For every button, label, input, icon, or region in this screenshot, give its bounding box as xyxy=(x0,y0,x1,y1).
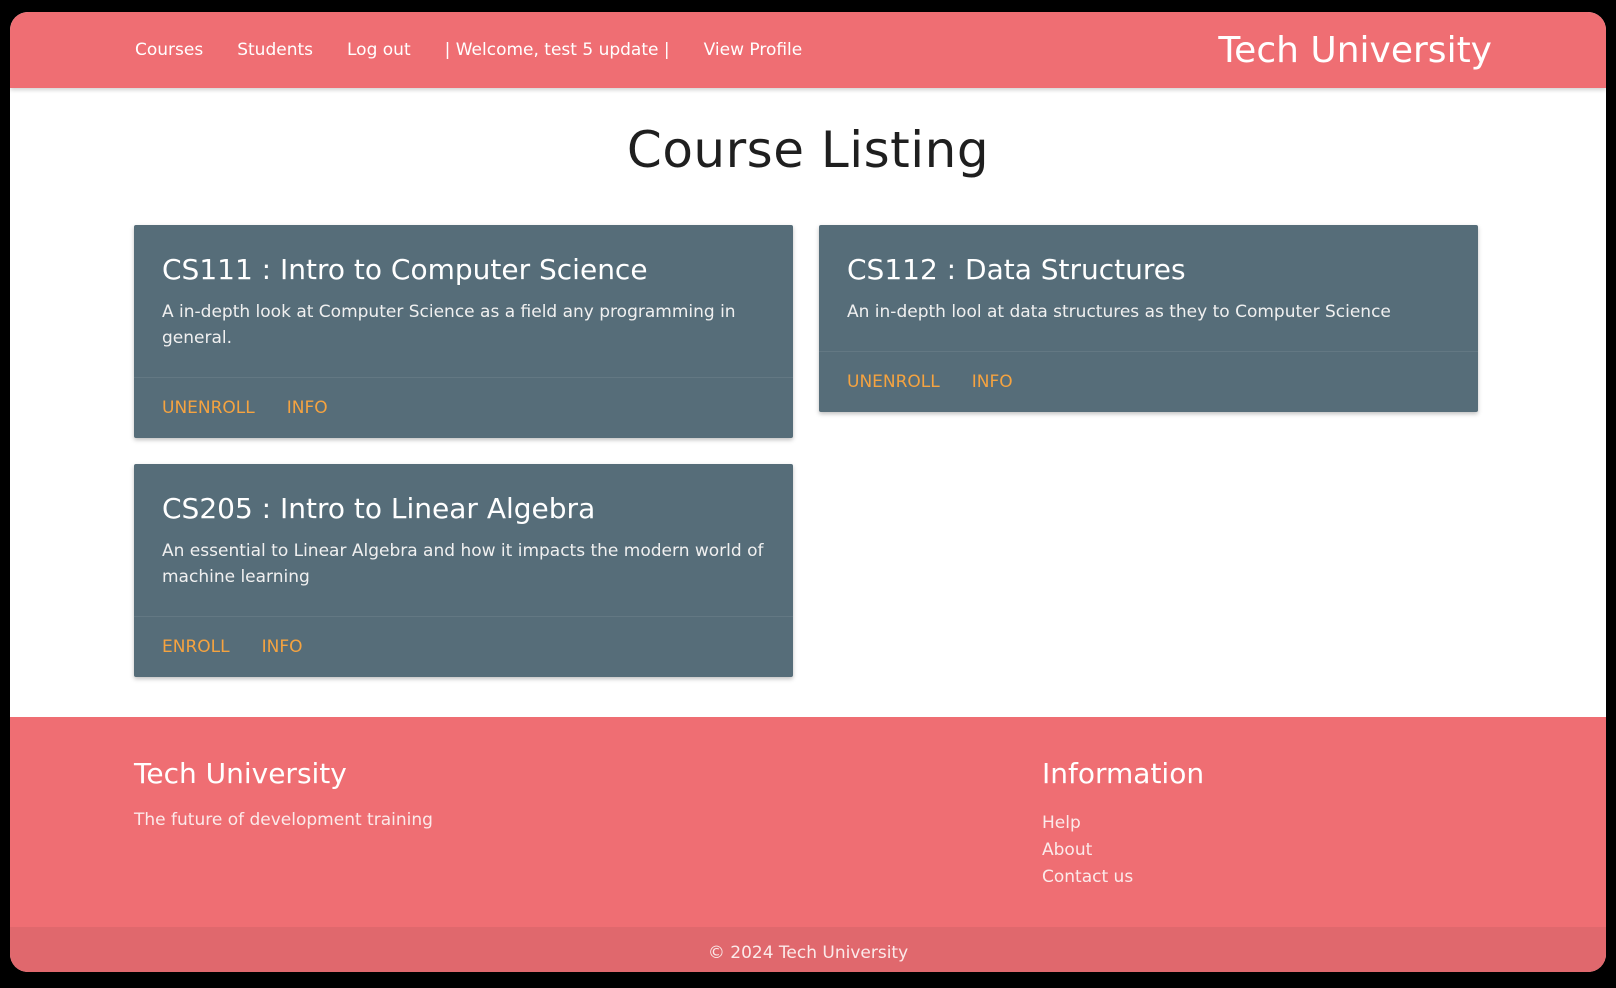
course-card-content: CS112 : Data Structures An in-depth lool… xyxy=(819,225,1478,352)
page-footer: Tech University The future of developmen… xyxy=(10,717,1606,972)
nav-welcome-text: | Welcome, test 5 update | xyxy=(444,40,670,60)
footer-about-link[interactable]: About xyxy=(1042,837,1482,864)
course-card-description: An in-depth lool at data structures as t… xyxy=(847,302,1391,322)
footer-tagline: The future of development training xyxy=(134,810,433,830)
browser-viewport: Courses Students Log out | Welcome, test… xyxy=(10,12,1606,972)
course-card: CS111 : Intro to Computer Science A in-d… xyxy=(134,225,793,438)
nav-courses-link[interactable]: Courses xyxy=(135,40,203,60)
footer-link-item: About xyxy=(1042,837,1482,864)
info-button[interactable]: INFO xyxy=(287,398,328,418)
course-card-actions: UNENROLL INFO xyxy=(134,378,793,438)
footer-contact-link[interactable]: Contact us xyxy=(1042,864,1482,891)
info-button[interactable]: INFO xyxy=(262,637,303,657)
footer-help-link[interactable]: Help xyxy=(1042,810,1482,837)
course-card-title: CS111 : Intro to Computer Science xyxy=(162,253,648,286)
main-content: Course Listing CS111 : Intro to Computer… xyxy=(10,88,1606,677)
course-card-content: CS111 : Intro to Computer Science A in-d… xyxy=(134,225,793,378)
course-card-description: A in-depth look at Computer Science as a… xyxy=(162,302,736,348)
unenroll-button[interactable]: UNENROLL xyxy=(847,372,940,392)
top-navbar: Courses Students Log out | Welcome, test… xyxy=(10,12,1606,88)
nav-students-link[interactable]: Students xyxy=(237,40,313,60)
course-card-actions: ENROLL INFO xyxy=(134,617,793,677)
brand-logo-link[interactable]: Tech University xyxy=(1218,30,1492,71)
footer-top: Tech University The future of developmen… xyxy=(10,717,1606,927)
course-card-grid: CS111 : Intro to Computer Science A in-d… xyxy=(134,225,1482,677)
nav-view-profile-link[interactable]: View Profile xyxy=(704,40,803,60)
course-card-title: CS205 : Intro to Linear Algebra xyxy=(162,492,596,525)
nav-logout-link[interactable]: Log out xyxy=(347,40,411,60)
footer-info-column: Information Help About Contact us xyxy=(1042,757,1482,927)
unenroll-button[interactable]: UNENROLL xyxy=(162,398,255,418)
course-card: CS205 : Intro to Linear Algebra An essen… xyxy=(134,464,793,677)
course-card-description: An essential to Linear Algebra and how i… xyxy=(162,541,764,587)
nav-links: Courses Students Log out | Welcome, test… xyxy=(135,40,802,60)
enroll-button[interactable]: ENROLL xyxy=(162,637,230,657)
course-card: CS112 : Data Structures An in-depth lool… xyxy=(819,225,1478,412)
footer-link-item: Help xyxy=(1042,810,1482,837)
course-card-content: CS205 : Intro to Linear Algebra An essen… xyxy=(134,464,793,617)
info-button[interactable]: INFO xyxy=(972,372,1013,392)
course-card-title: CS112 : Data Structures xyxy=(847,253,1186,286)
footer-info-heading: Information xyxy=(1042,757,1205,790)
footer-copyright: © 2024 Tech University xyxy=(10,927,1606,972)
footer-links-list: Help About Contact us xyxy=(1042,810,1482,891)
course-card-actions: UNENROLL INFO xyxy=(819,352,1478,412)
footer-brand-column: Tech University The future of developmen… xyxy=(134,757,834,927)
footer-link-item: Contact us xyxy=(1042,864,1482,891)
page-title: Course Listing xyxy=(626,121,990,179)
footer-brand-heading: Tech University xyxy=(134,757,347,790)
